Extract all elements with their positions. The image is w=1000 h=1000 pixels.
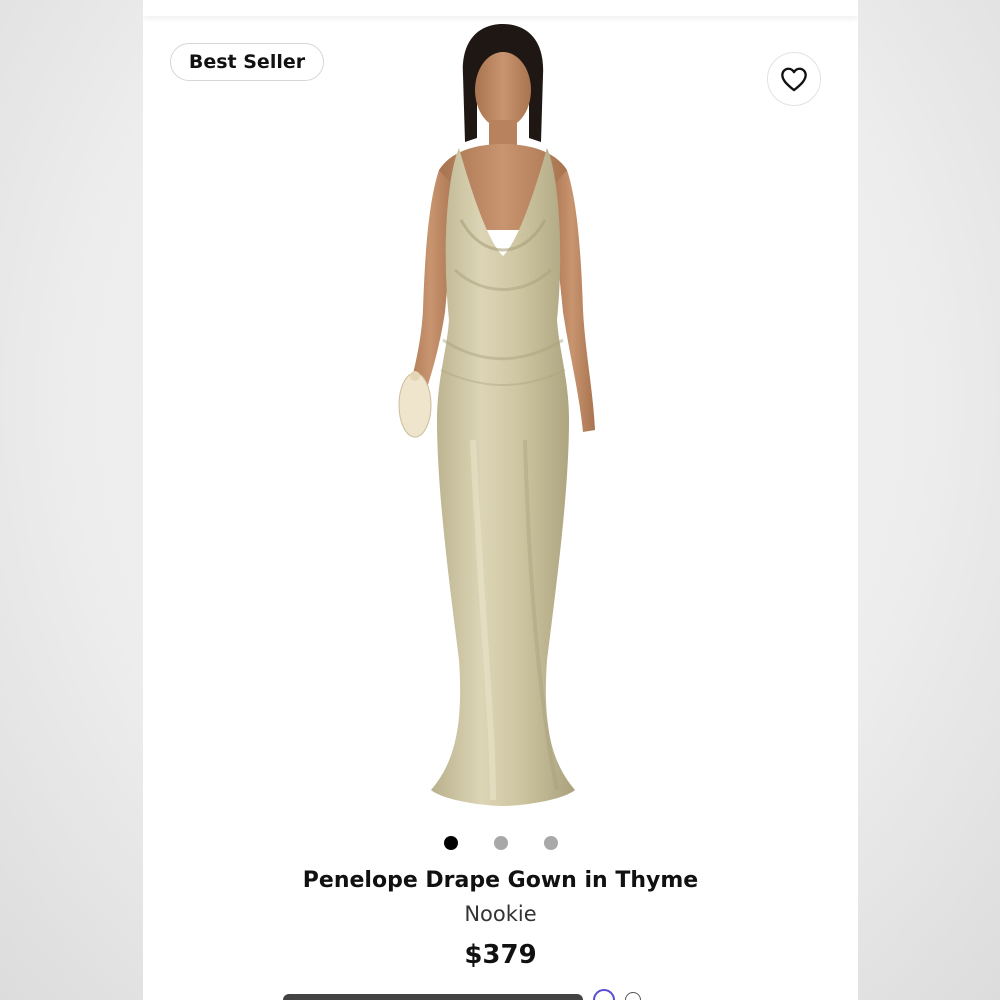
product-image[interactable]: [343, 20, 663, 820]
info-icon[interactable]: [625, 992, 641, 1000]
afterpay-icon[interactable]: [593, 989, 615, 1000]
product-title: Penelope Drape Gown in Thyme: [302, 868, 699, 893]
gallery-dot-1[interactable]: [443, 836, 458, 850]
wishlist-button[interactable]: [767, 52, 821, 106]
best-seller-badge: Best Seller: [170, 43, 324, 81]
gallery-dot-2[interactable]: [493, 836, 508, 850]
product-brand[interactable]: Nookie: [143, 902, 858, 926]
badge-label: Best Seller: [188, 51, 306, 73]
gallery-dot-3[interactable]: [543, 836, 558, 850]
heart-outline-icon: [781, 67, 807, 92]
payment-info-text: [283, 994, 583, 1000]
product-card: Best Seller Penelope Drape Gown in Thyme…: [143, 0, 858, 1000]
header-strip: [143, 0, 858, 16]
payment-info-row: [283, 989, 723, 1000]
gallery-pagination: [143, 836, 858, 850]
product-price: $379: [464, 940, 537, 970]
